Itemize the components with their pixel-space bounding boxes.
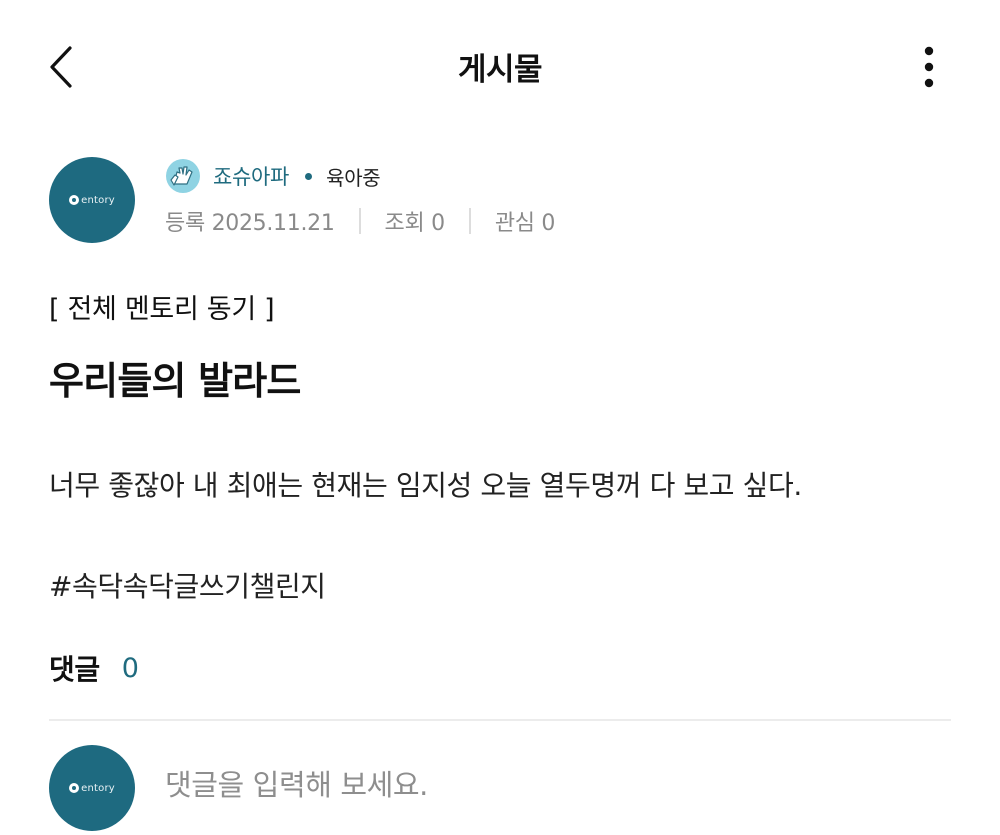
meta-divider [468, 208, 471, 234]
view-count: 조회 0 [384, 211, 446, 236]
author-status: 육아중 [326, 165, 381, 190]
comment-input[interactable] [165, 760, 945, 810]
logo-mark-icon [69, 783, 80, 793]
comments-label: 댓글 [49, 653, 100, 686]
author-avatar[interactable]: entory [49, 157, 135, 243]
comments-header: 댓글 0 [49, 648, 139, 688]
hands-badge-icon [166, 159, 200, 193]
more-options-button[interactable] [910, 42, 948, 92]
mentory-logo: entory [69, 783, 115, 794]
comments-count: 0 [121, 652, 139, 684]
post-meta: 등록 2025.11.21 조회 0 관심 0 [165, 205, 555, 237]
logo-text: entory [81, 782, 115, 794]
post-detail-page: 게시물 entory 죠슈아파 육아중 등록 2025.11.21 조회 0 관… [0, 0, 1000, 835]
page-title: 게시물 [457, 52, 543, 88]
registered-date: 등록 2025.11.21 [165, 211, 335, 236]
post-body: 너무 좋잖아 내 최애는 현재는 임지성 오늘 열두명꺼 다 보고 싶다. [49, 469, 802, 502]
post-title: 우리들의 발라드 [49, 359, 301, 403]
more-vertical-icon [924, 46, 934, 88]
hashtag-link[interactable]: #속닥속닥글쓰기챌린지 [49, 565, 326, 605]
commenter-avatar: entory [49, 745, 135, 831]
author-info: 죠슈아파 육아중 [165, 158, 381, 194]
top-bar: 게시물 [0, 0, 1000, 132]
logo-text: entory [81, 194, 115, 206]
separator-dot [305, 172, 313, 180]
author-name[interactable]: 죠슈아파 [213, 161, 289, 191]
logo-mark-icon [69, 195, 80, 205]
meta-divider [358, 208, 361, 234]
post-category: [ 전체 멘토리 동기 ] [49, 294, 275, 325]
interest-count: 관심 0 [494, 211, 556, 236]
mentory-logo: entory [69, 195, 115, 206]
divider [49, 719, 951, 721]
